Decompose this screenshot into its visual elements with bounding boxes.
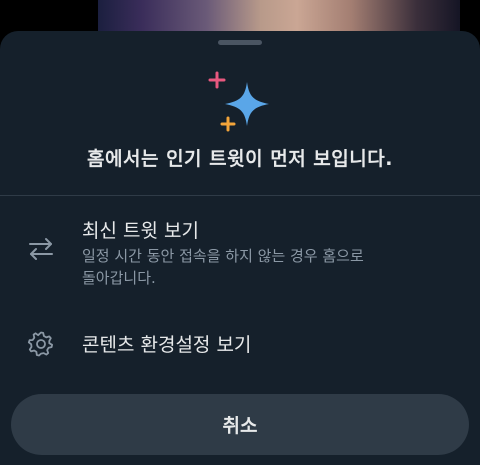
content-preferences-title: 콘텐츠 환경설정 보기 xyxy=(82,334,252,356)
sheet-headline: 홈에서는 인기 트윗이 먼저 보입니다. xyxy=(87,148,393,170)
divider xyxy=(0,195,480,196)
sparkle-icon xyxy=(208,71,269,132)
bottom-sheet: 홈에서는 인기 트윗이 먼저 보입니다. 최신 트윗 보기 일정 시간 동안 접… xyxy=(0,31,480,465)
gear-icon xyxy=(27,331,53,357)
sheet-grabber-handle[interactable] xyxy=(218,40,262,45)
see-latest-tweets-title: 최신 트윗 보기 xyxy=(82,220,199,242)
cancel-button[interactable]: 취소 xyxy=(11,394,469,455)
see-latest-tweets-description: 일정 시간 동안 접속을 하지 않는 경우 홈으로 돌아갑니다. xyxy=(82,247,364,287)
content-preferences-option[interactable]: 콘텐츠 환경설정 보기 xyxy=(0,324,480,364)
swap-arrows-icon xyxy=(29,238,53,260)
see-latest-tweets-option[interactable]: 최신 트윗 보기 일정 시간 동안 접속을 하지 않는 경우 홈으로 돌아갑니다… xyxy=(0,214,480,289)
